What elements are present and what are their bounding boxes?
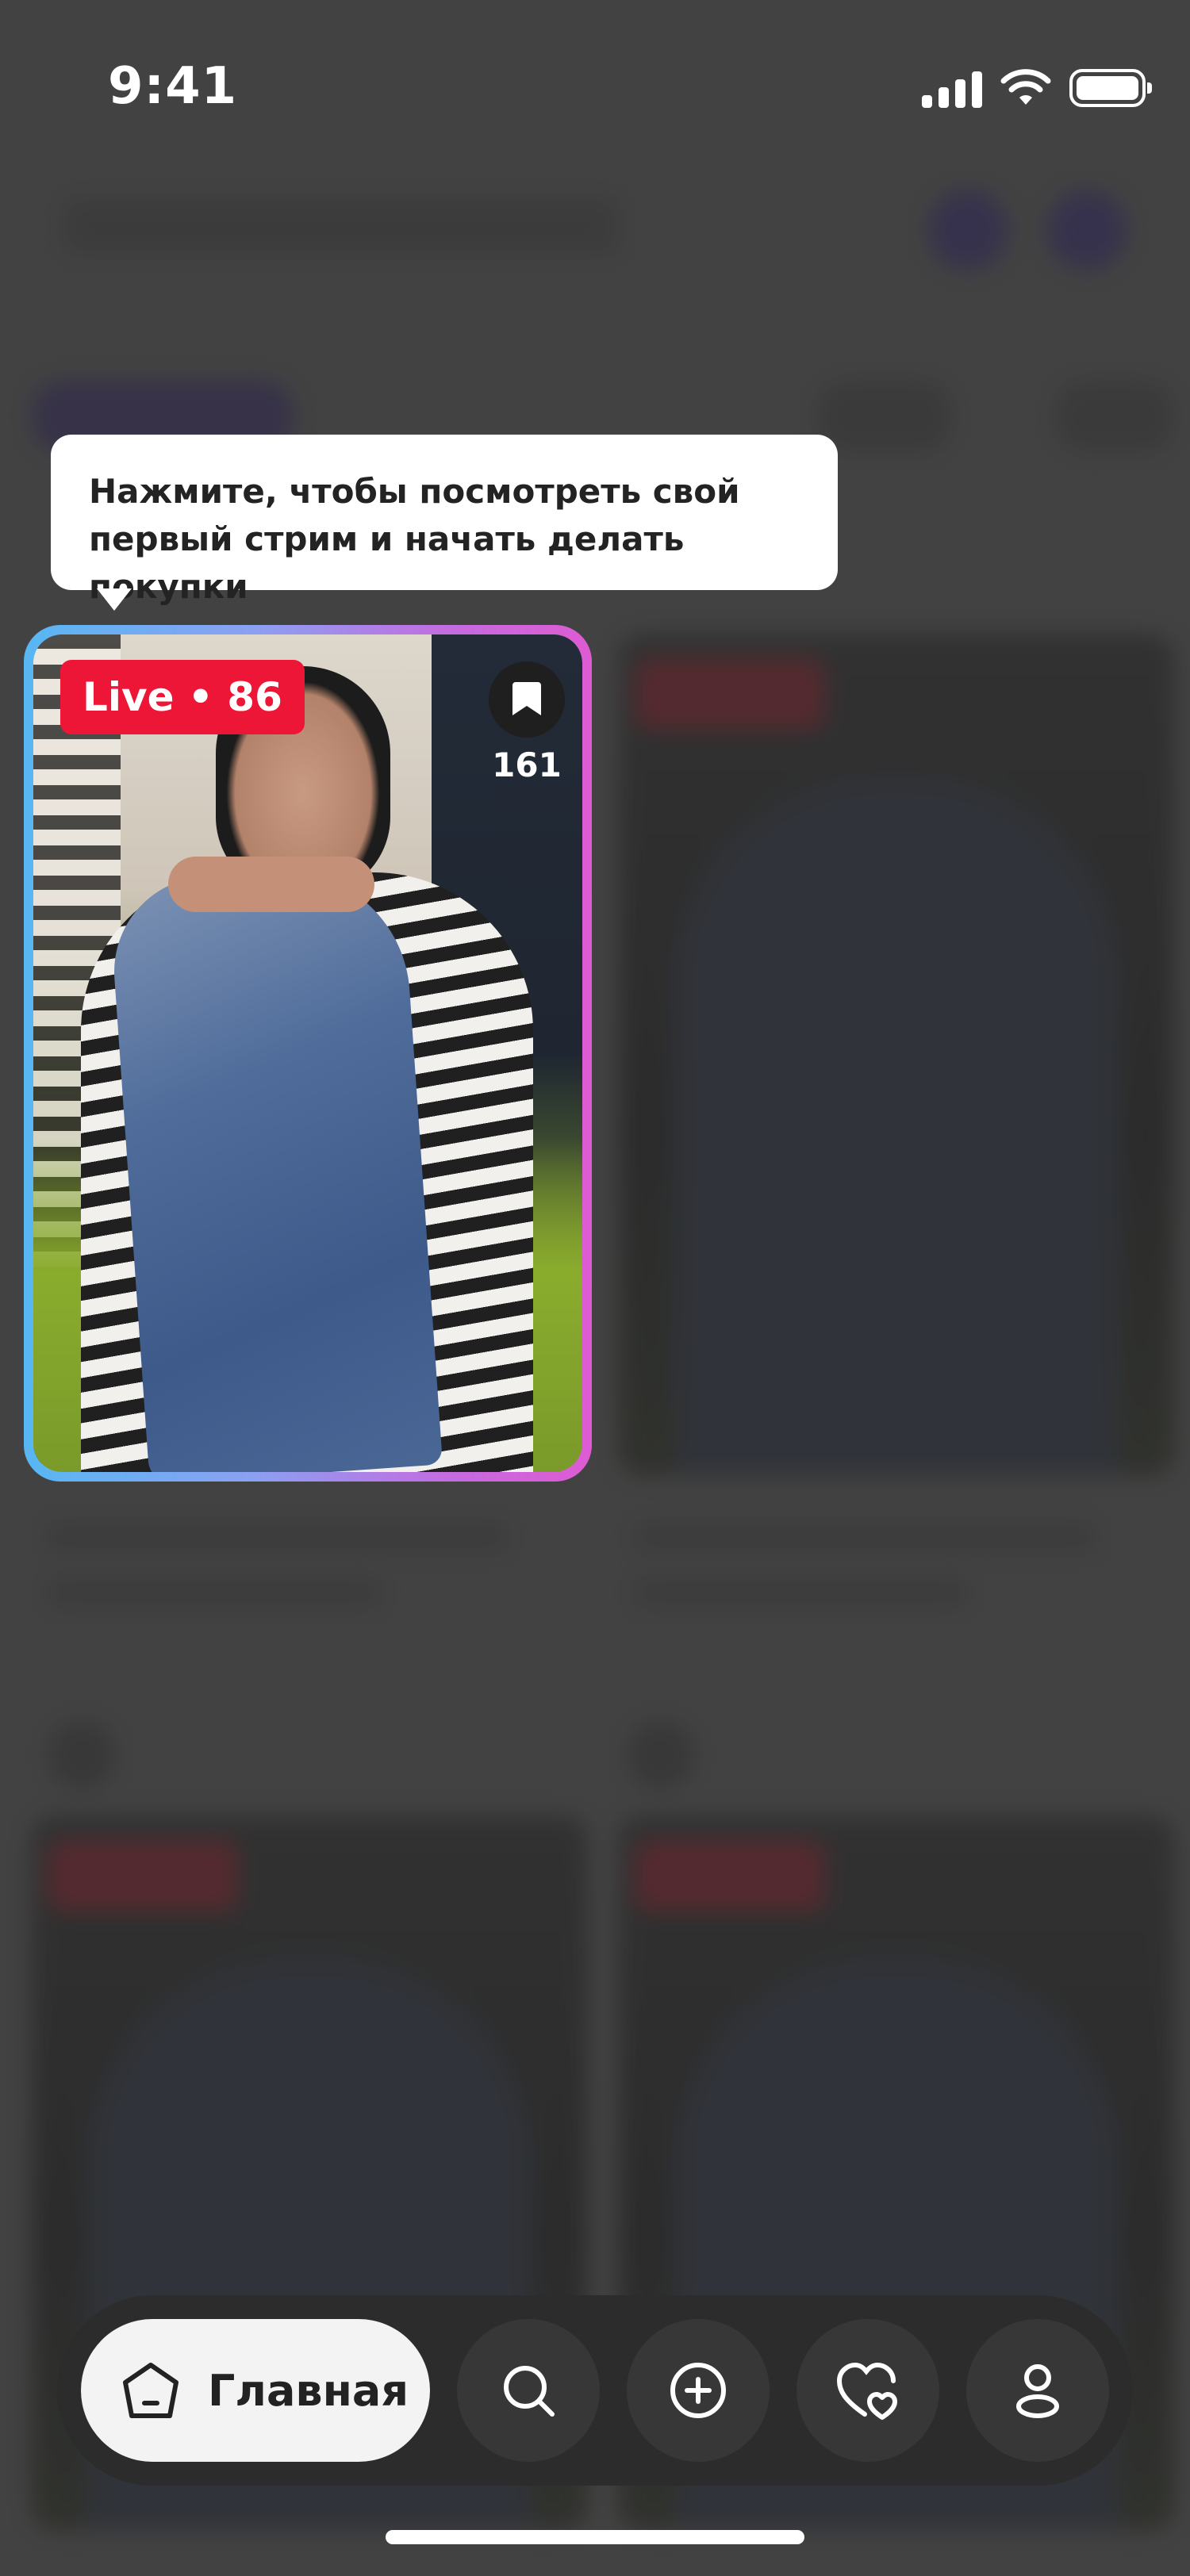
tab-profile[interactable] xyxy=(966,2319,1109,2462)
signal-icon xyxy=(922,68,982,108)
bookmark-button[interactable] xyxy=(489,661,565,738)
home-icon xyxy=(123,2363,178,2418)
tooltip-arrow xyxy=(97,588,132,611)
profile-icon xyxy=(1016,2364,1059,2418)
wifi-icon xyxy=(1000,69,1051,105)
tab-add[interactable] xyxy=(627,2319,770,2462)
live-stream-preview[interactable]: Live • 86 161 xyxy=(33,634,582,1472)
live-stream-card[interactable]: Live • 86 161 xyxy=(24,625,592,1482)
status-time: 9:41 xyxy=(108,57,238,116)
preview-jeans xyxy=(107,863,443,1472)
bottom-tab-bar: Главная xyxy=(57,2295,1133,2486)
status-icons xyxy=(922,68,1152,108)
status-bar: 9:41 xyxy=(0,0,1190,174)
bookmark-icon xyxy=(512,682,541,715)
favorites-icon xyxy=(836,2362,897,2420)
preview-hands xyxy=(168,857,374,912)
battery-icon xyxy=(1069,69,1152,107)
onboarding-tooltip: Нажмите, чтобы посмотреть свой первый ст… xyxy=(51,435,838,606)
tab-home-label: Главная xyxy=(208,2365,409,2416)
live-badge: Live • 86 xyxy=(60,660,305,734)
tab-home[interactable]: Главная xyxy=(81,2319,430,2462)
bookmark-count: 161 xyxy=(492,746,562,784)
tab-favorites[interactable] xyxy=(797,2319,939,2462)
home-indicator xyxy=(386,2530,804,2544)
tooltip-text: Нажмите, чтобы посмотреть свой первый ст… xyxy=(89,472,740,606)
tab-search[interactable] xyxy=(457,2319,600,2462)
search-icon xyxy=(504,2366,555,2417)
add-icon xyxy=(670,2363,726,2418)
